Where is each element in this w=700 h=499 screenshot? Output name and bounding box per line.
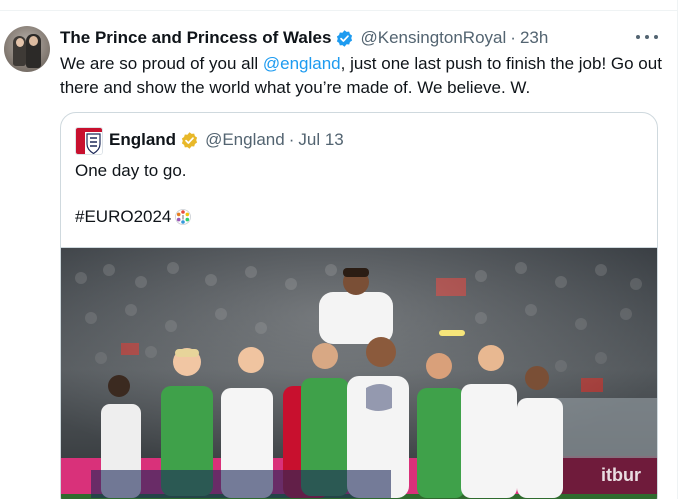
separator-dot: · bbox=[510, 28, 516, 47]
england-crest-avatar[interactable] bbox=[75, 127, 103, 155]
three-lions-crest-icon bbox=[76, 128, 102, 154]
quoted-tweet-card[interactable]: England @England · Jul 13 One day to go.… bbox=[60, 112, 658, 499]
top-divider bbox=[0, 10, 677, 11]
separator-dot: · bbox=[288, 130, 295, 149]
euro2024-trophy-icon bbox=[175, 209, 192, 225]
quote-header: England @England · Jul 13 bbox=[109, 129, 344, 151]
tweet-time[interactable]: 23h bbox=[520, 28, 548, 48]
tweet-header: The Prince and Princess of Wales @Kensin… bbox=[60, 27, 548, 49]
author-avatar[interactable] bbox=[4, 26, 50, 72]
quote-hashtag-line: #EURO2024 bbox=[75, 205, 192, 229]
tweet-text-part: We are so proud of you all bbox=[60, 54, 263, 73]
verified-badge-icon[interactable] bbox=[335, 29, 354, 48]
quote-text: One day to go. bbox=[75, 161, 187, 180]
author-handle[interactable]: @KensingtonRoyal bbox=[360, 28, 506, 48]
tweet-body: We are so proud of you all @england, jus… bbox=[60, 52, 665, 100]
hashtag[interactable]: #EURO2024 bbox=[75, 205, 171, 229]
affiliate-badge-icon[interactable] bbox=[180, 131, 199, 150]
celebration-photo-image: itbur bbox=[61, 248, 657, 499]
quote-author-handle[interactable]: @England bbox=[205, 130, 285, 150]
timeline-border bbox=[677, 0, 678, 499]
more-dots-icon[interactable] bbox=[636, 30, 658, 44]
quote-author-name[interactable]: England bbox=[109, 130, 176, 150]
author-name[interactable]: The Prince and Princess of Wales bbox=[60, 28, 331, 48]
quote-date[interactable]: Jul 13 bbox=[298, 130, 343, 150]
mention-link[interactable]: @england bbox=[263, 54, 341, 73]
svg-text:itbur: itbur bbox=[601, 465, 641, 485]
football-celebration-photo[interactable]: itbur bbox=[61, 247, 657, 499]
